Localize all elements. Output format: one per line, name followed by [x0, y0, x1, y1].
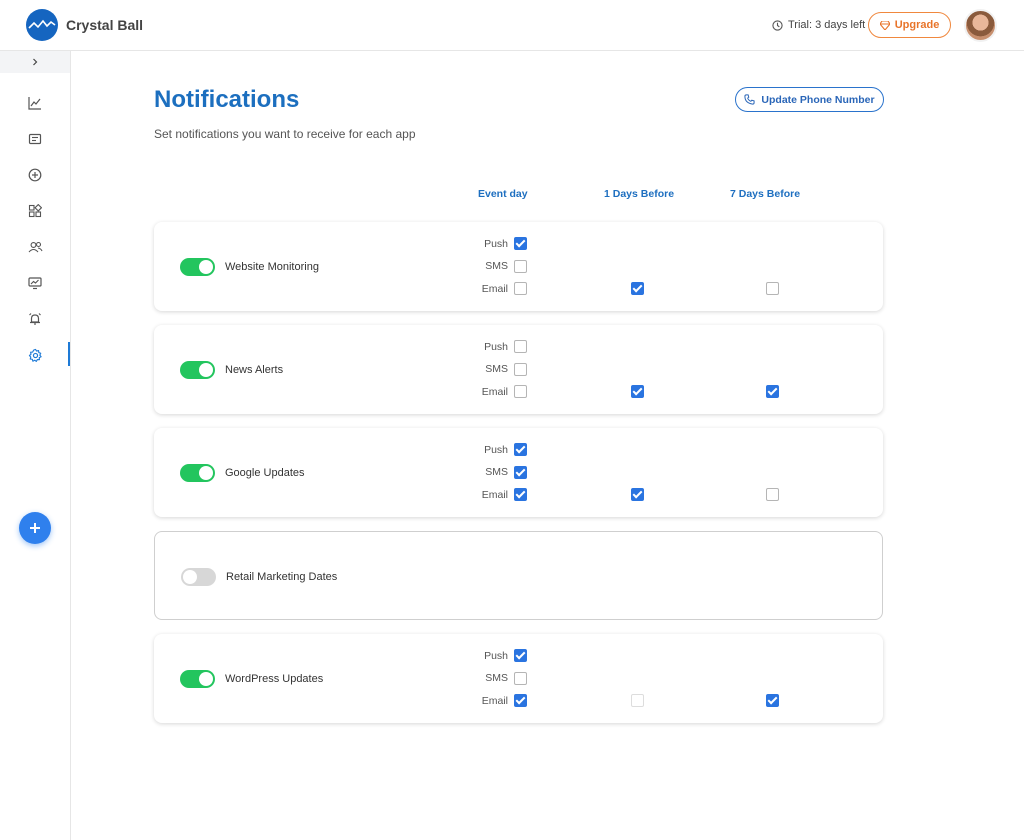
sidebar: [0, 51, 71, 840]
trial-text: Trial: 3 days left: [788, 19, 866, 31]
diamond-icon: [879, 20, 890, 30]
channel-label-email: Email: [481, 695, 508, 707]
app-card-website-monitoring: Website Monitoring Push SMS Email: [154, 222, 883, 311]
channel-label-email: Email: [481, 386, 508, 398]
update-phone-number-button[interactable]: Update Phone Number: [735, 87, 884, 112]
app-card-retail-marketing-dates: Retail Marketing Dates: [154, 531, 883, 620]
sidebar-item-alerts[interactable]: [0, 304, 70, 334]
channel-label-email: Email: [481, 283, 508, 295]
monitor-icon: [28, 277, 42, 290]
channel-label-push: Push: [484, 650, 508, 662]
column-header-event-day: Event day: [478, 188, 528, 200]
user-avatar[interactable]: [964, 9, 997, 42]
chevron-right-icon: [33, 58, 38, 66]
top-bar: Crystal Ball Trial: 3 days left Upgrade: [0, 0, 1024, 51]
phone-icon: [744, 94, 755, 105]
column-header-7-days-before: 7 Days Before: [730, 188, 801, 200]
app-name: WordPress Updates: [225, 673, 324, 685]
checkbox-sms-event-day[interactable]: [514, 363, 527, 376]
channel-label-push: Push: [484, 238, 508, 250]
app-toggle-website-monitoring[interactable]: [180, 258, 215, 276]
checkbox-push-event-day[interactable]: [514, 649, 527, 662]
clock-icon: [772, 19, 783, 31]
checkbox-email-7-days-before[interactable]: [766, 694, 779, 707]
sidebar-item-monitoring[interactable]: [0, 268, 70, 298]
sidebar-item-analytics[interactable]: [0, 88, 70, 118]
checkbox-sms-event-day[interactable]: [514, 466, 527, 479]
checkbox-sms-event-day[interactable]: [514, 672, 527, 685]
newspaper-icon: [28, 133, 42, 145]
checkbox-email-event-day[interactable]: [514, 385, 527, 398]
sidebar-item-users[interactable]: [0, 232, 70, 262]
app-card-wordpress-updates: WordPress Updates Push SMS Email: [154, 634, 883, 723]
app-toggle-retail-marketing-dates[interactable]: [181, 568, 216, 586]
sidebar-item-add[interactable]: [0, 160, 70, 190]
checkbox-push-event-day[interactable]: [514, 237, 527, 250]
checkbox-email-7-days-before[interactable]: [766, 488, 779, 501]
app-card-news-alerts: News Alerts Push SMS Email: [154, 325, 883, 414]
app-name: Google Updates: [225, 467, 305, 479]
channel-label-email: Email: [481, 489, 508, 501]
plus-icon: [30, 523, 40, 533]
checkbox-email-7-days-before[interactable]: [766, 385, 779, 398]
app-toggle-news-alerts[interactable]: [180, 361, 215, 379]
channel-label-sms: SMS: [485, 363, 508, 375]
alarm-icon: [29, 313, 41, 325]
sidebar-item-apps[interactable]: [0, 196, 70, 226]
column-header-1-days-before: 1 Days Before: [604, 188, 675, 200]
crystal-ball-logo[interactable]: [26, 9, 58, 41]
add-fab-button[interactable]: [19, 512, 51, 544]
app-name: Retail Marketing Dates: [226, 571, 338, 583]
checkbox-push-event-day[interactable]: [514, 443, 527, 456]
sidebar-item-news[interactable]: [0, 124, 70, 154]
upgrade-label: Upgrade: [894, 19, 940, 31]
app-toggle-wordpress-updates[interactable]: [180, 670, 215, 688]
apps-icon: [28, 204, 42, 218]
channel-label-push: Push: [484, 341, 508, 353]
checkbox-push-event-day[interactable]: [514, 340, 527, 353]
app-name: News Alerts: [225, 364, 284, 376]
app-toggle-google-updates[interactable]: [180, 464, 215, 482]
chart-icon: [28, 97, 41, 110]
app-card-google-updates: Google Updates Push SMS Email: [154, 428, 883, 517]
checkbox-email-1-days-before[interactable]: [631, 488, 644, 501]
users-icon: [28, 241, 43, 253]
update-phone-number-label: Update Phone Number: [761, 93, 875, 106]
checkbox-sms-event-day[interactable]: [514, 260, 527, 273]
checkbox-email-event-day[interactable]: [514, 282, 527, 295]
channel-label-push: Push: [484, 444, 508, 456]
app-name: Website Monitoring: [225, 261, 319, 273]
checkbox-email-1-days-before[interactable]: [631, 385, 644, 398]
gear-icon: [28, 348, 42, 362]
sidebar-expand-button[interactable]: [0, 51, 70, 73]
trial-status: Trial: 3 days left: [772, 19, 865, 31]
channel-label-sms: SMS: [485, 466, 508, 478]
sidebar-item-settings[interactable]: [0, 340, 70, 370]
page-title: Notifications: [154, 86, 300, 113]
checkbox-email-1-days-before[interactable]: [631, 282, 644, 295]
page-subtitle: Set notifications you want to receive fo…: [154, 127, 416, 141]
channel-label-sms: SMS: [485, 260, 508, 272]
checkbox-email-1-days-before[interactable]: [631, 694, 644, 707]
upgrade-button[interactable]: Upgrade: [868, 12, 951, 38]
checkbox-email-7-days-before[interactable]: [766, 282, 779, 295]
checkbox-email-event-day[interactable]: [514, 694, 527, 707]
brand-name: Crystal Ball: [66, 17, 144, 33]
checkbox-email-event-day[interactable]: [514, 488, 527, 501]
channel-label-sms: SMS: [485, 672, 508, 684]
plus-circle-icon: [28, 168, 42, 182]
